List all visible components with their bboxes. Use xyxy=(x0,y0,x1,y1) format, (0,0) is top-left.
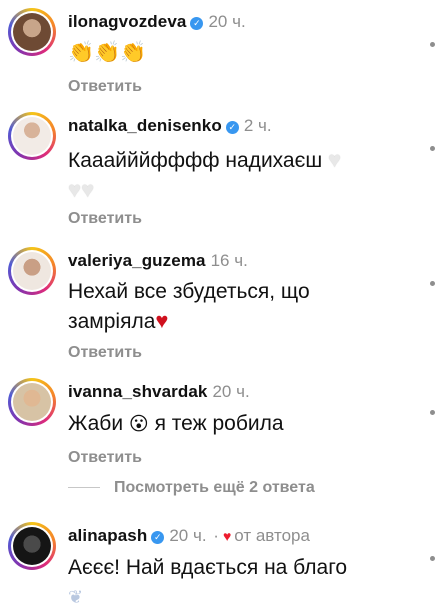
comment-text: Кааайййфффф надихаєш ♥ ♥♥ xyxy=(68,145,408,205)
comment-text-line: Кааайййфффф надихаєш xyxy=(68,149,323,172)
more-options-icon[interactable] xyxy=(430,410,435,415)
timestamp: 20 ч. xyxy=(212,382,250,401)
username[interactable]: natalka_denisenko xyxy=(68,116,222,135)
comment-text-line: замріяла xyxy=(68,310,156,333)
timestamp: 16 ч. xyxy=(210,251,248,270)
view-more-replies-button[interactable]: Посмотреть ещё 2 ответа xyxy=(68,479,315,497)
comment-header: valeriya_guzema 16 ч. xyxy=(68,251,248,271)
comment-text-part: Жаби xyxy=(68,412,124,435)
comment-text: Жаби 😮 я теж робила xyxy=(68,409,408,439)
username[interactable]: valeriya_guzema xyxy=(68,251,206,270)
comment-text: 👏👏👏 xyxy=(68,41,147,64)
more-options-icon[interactable] xyxy=(430,146,435,151)
reply-button[interactable]: Ответить xyxy=(68,344,142,362)
white-heart-icon: ♥ xyxy=(68,177,82,202)
reply-button[interactable]: Ответить xyxy=(68,78,142,96)
username[interactable]: ivanna_shvardak xyxy=(68,382,207,401)
comment-text: Нехай все збудеться, що замріяла♥ xyxy=(68,277,408,336)
white-heart-icon: ♥ xyxy=(81,177,95,202)
verified-badge-icon: ✓ xyxy=(151,531,165,544)
timestamp: 2 ч. xyxy=(243,116,272,135)
more-options-icon[interactable] xyxy=(430,281,435,286)
white-heart-icon: ♥ xyxy=(328,147,342,172)
avatar-photo xyxy=(13,527,51,565)
comment-header: natalka_denisenko ✓ 2 ч. xyxy=(68,116,272,136)
reply-button[interactable]: Ответить xyxy=(68,449,142,467)
view-more-replies-label: Посмотреть ещё 2 ответа xyxy=(114,479,315,496)
comment-ivanna-shvardak: ivanna_shvardak 20 ч. Жаби 😮 я теж робила… xyxy=(0,378,439,478)
comment-valeriya-guzema: valeriya_guzema 16 ч. Нехай все збудеться… xyxy=(0,247,439,372)
verified-badge-icon: ✓ xyxy=(225,121,239,134)
red-heart-icon: ♥ xyxy=(155,308,169,333)
separator: · xyxy=(213,526,219,545)
avatar-photo xyxy=(13,117,51,155)
avatar-photo xyxy=(13,383,51,421)
comment-natalka-denisenko: natalka_denisenko ✓ 2 ч. Кааайййфффф надих… xyxy=(0,112,439,242)
comment-alinapash: alinapash ✓ 20 ч. · ♥ от автора Аєєє! Най вд… xyxy=(0,522,439,607)
timestamp: 20 ч. xyxy=(208,12,246,31)
avatar-photo xyxy=(13,13,51,51)
username[interactable]: ilonagvozdeva xyxy=(68,12,186,31)
comment-header: alinapash ✓ 20 ч. · ♥ от автора xyxy=(68,526,310,546)
avatar[interactable] xyxy=(8,522,56,570)
avatar[interactable] xyxy=(8,112,56,160)
surprised-face-icon: 😮 xyxy=(128,414,149,435)
comment-ilonagvozdeva: ilonagvozdeva ✓ 20 ч. 👏👏👏 Ответить xyxy=(0,8,439,108)
reply-button[interactable]: Ответить xyxy=(68,210,142,228)
comment-header: ilonagvozdeva ✓ 20 ч. xyxy=(68,12,246,32)
verified-badge-icon: ✓ xyxy=(190,17,204,30)
author-heart-icon: ♥ xyxy=(222,528,232,544)
comment-header: ivanna_shvardak 20 ч. xyxy=(68,382,250,402)
avatar-photo xyxy=(13,252,51,290)
comment-text-part: я теж робила xyxy=(154,412,284,435)
author-like-label: от автора xyxy=(234,526,310,545)
wing-emoji-icon: ❦ xyxy=(68,587,84,607)
comment-text-line: Нехай все збудеться, що xyxy=(68,280,310,303)
more-options-icon[interactable] xyxy=(430,42,435,47)
timestamp: 20 ч. xyxy=(169,526,207,545)
avatar[interactable] xyxy=(8,8,56,56)
comment-text: Аєєє! Най вдається на благо ❦ xyxy=(68,553,408,612)
more-options-icon[interactable] xyxy=(430,556,435,561)
avatar[interactable] xyxy=(8,378,56,426)
username[interactable]: alinapash xyxy=(68,526,147,545)
avatar[interactable] xyxy=(8,247,56,295)
divider-line xyxy=(68,487,100,489)
comment-text-line: Аєєє! Най вдається на благо xyxy=(68,556,348,579)
